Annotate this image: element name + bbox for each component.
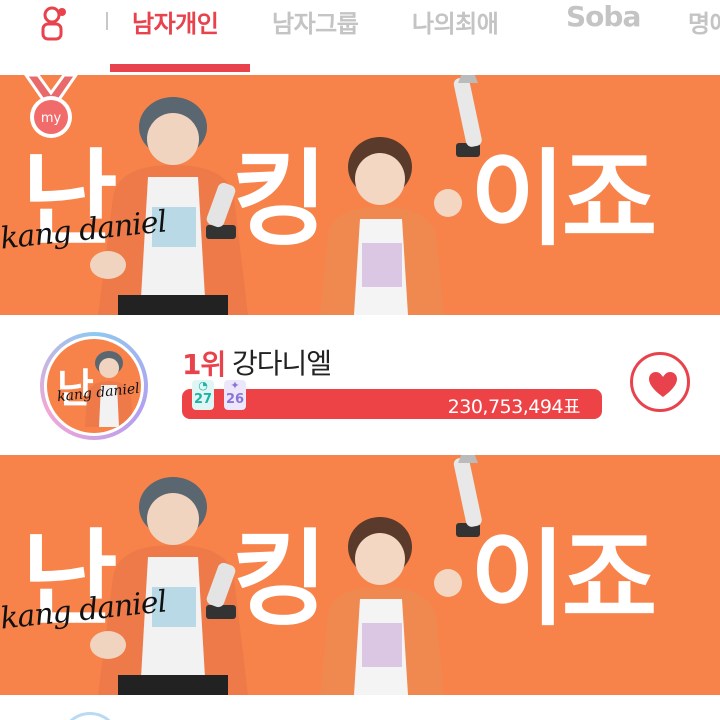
trophy-icon xyxy=(453,455,482,537)
tab-my-favorite[interactable]: 나의최애 xyxy=(412,4,499,39)
rank-position: 1위 xyxy=(182,348,226,381)
idol-banner[interactable]: my 난 킹 이죠 kang daniel xyxy=(0,75,720,315)
badge-teal-icon: ◔ xyxy=(198,379,208,392)
badge-purple-count: 26 xyxy=(225,392,245,407)
badge-purple-icon: ✦ xyxy=(230,379,240,392)
rank-row[interactable]: 난 kang daniel 1위 강다니엘 230,753,494표 ◔ 27 … xyxy=(0,315,720,455)
top-tab-bar: 남자개인 남자그룹 나의최애 Soba 명예 xyxy=(0,0,720,75)
tab-male-solo[interactable]: 남자개인 xyxy=(132,4,219,39)
avatar[interactable]: 난 kang daniel xyxy=(40,332,148,440)
next-avatar-partial[interactable] xyxy=(60,712,120,720)
idol-name: 강다니엘 xyxy=(232,347,332,380)
my-badge-label: my xyxy=(41,111,62,126)
badge-teal: ◔ 27 xyxy=(192,379,214,410)
vote-count: 230,753,494표 xyxy=(447,396,581,418)
idol-banner-2[interactable]: 난 킹 이죠 kang daniel xyxy=(0,455,720,695)
badge-teal-count: 27 xyxy=(193,392,213,407)
favorite-button[interactable] xyxy=(630,352,690,412)
tab-honor[interactable]: 명예 xyxy=(688,4,720,39)
person-icon[interactable] xyxy=(38,5,72,41)
trophy-icon xyxy=(453,75,482,157)
avatar-image: 난 kang daniel xyxy=(47,339,141,433)
tab-male-group[interactable]: 남자그룹 xyxy=(272,4,359,39)
badge-purple: ✦ 26 xyxy=(224,379,246,410)
tab-soba[interactable]: Soba xyxy=(566,0,641,33)
trophy-icon xyxy=(206,182,236,239)
heart-icon xyxy=(649,372,677,397)
my-medal-badge: my xyxy=(24,75,78,138)
trophy-icon xyxy=(206,562,236,619)
tab-separator xyxy=(106,12,108,30)
active-tab-indicator xyxy=(110,64,250,72)
